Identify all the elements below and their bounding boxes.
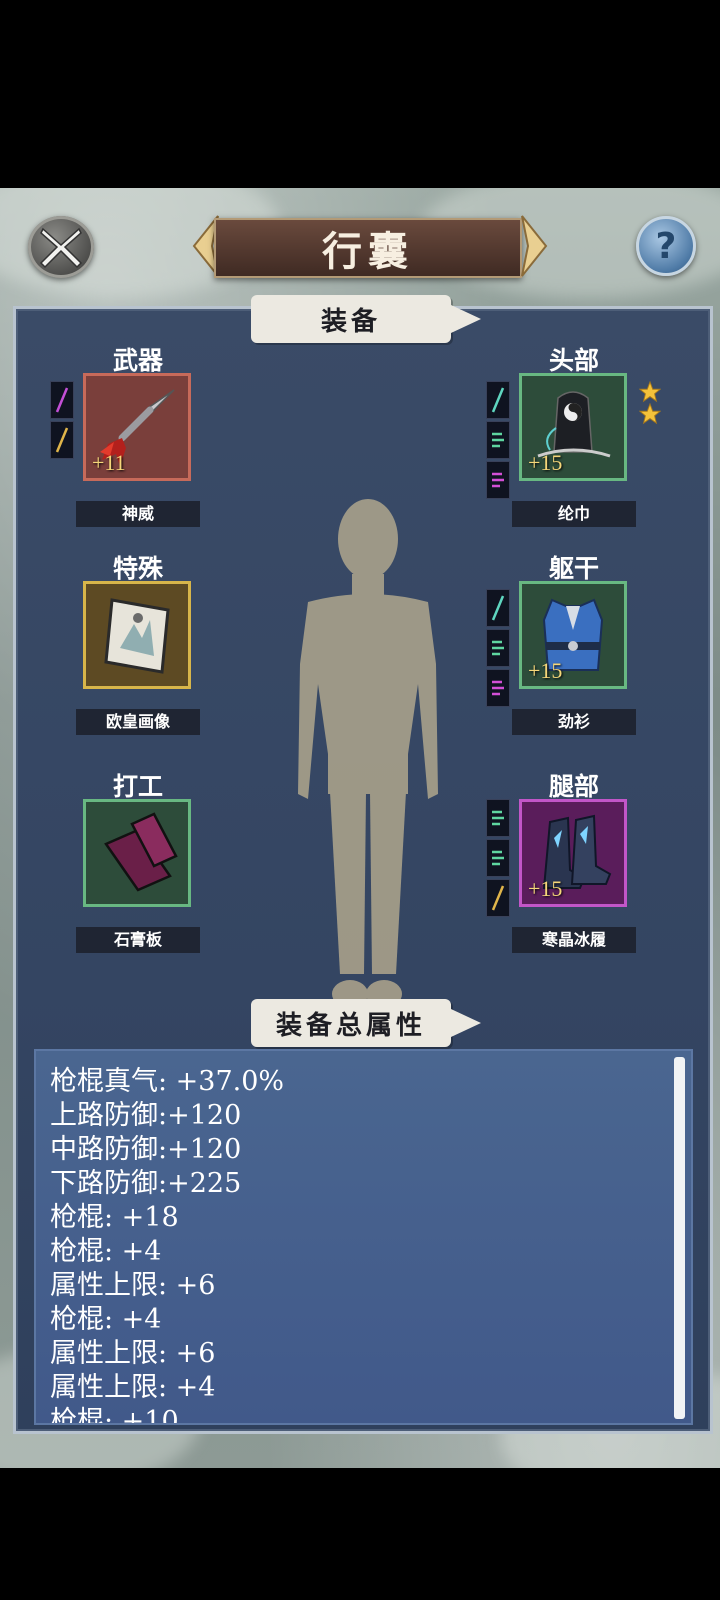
weapon-slot-title: 武器 <box>112 346 163 375</box>
cyan-sword-gem-icon[interactable] <box>486 381 510 419</box>
stat-line: 枪棍: +18 <box>50 1202 179 1233</box>
equipment-section-tag: 装备 <box>251 295 481 343</box>
title-right-cap-icon <box>521 215 548 277</box>
purple-sword-gem-icon[interactable] <box>50 381 74 419</box>
stat-line: 中路防御:+120 <box>50 1134 242 1165</box>
gypsum-board-icon <box>104 812 178 892</box>
page-title: 行囊 <box>322 228 414 275</box>
title-banner: 行囊 <box>214 218 522 278</box>
green-spirit-gem-icon[interactable] <box>486 799 510 837</box>
equipment-section-label: 装备 <box>320 306 381 337</box>
stats-section-tag: 装备总属性 <box>251 999 481 1047</box>
equipment-panel: 装备 武器 +11 神威 头部 +15 纶巾 特殊 欧皇画像 躯干 +15 劲衫… <box>13 295 713 1434</box>
torso-slot[interactable]: +15 <box>519 581 627 689</box>
torso-name: 劲衫 <box>512 709 636 735</box>
stats-section-label: 装备总属性 <box>275 1010 426 1041</box>
stat-line: 枪棍: +4 <box>50 1236 162 1267</box>
stats-list[interactable]: 枪棍真气: +37.0% 上路防御:+120 中路防御:+120 下路防御:+2… <box>34 1049 693 1425</box>
stat-line: 属性上限: +6 <box>50 1270 216 1301</box>
weapon-name: 神威 <box>76 501 200 527</box>
stat-line: 枪棍: +4 <box>50 1304 162 1335</box>
purple-spirit-gem-icon[interactable] <box>486 461 510 499</box>
stat-line: 下路防御:+225 <box>50 1168 242 1199</box>
head-level: +15 <box>528 450 563 475</box>
question-icon: ? <box>655 225 677 267</box>
work-slot-title: 打工 <box>112 772 163 801</box>
legs-level: +15 <box>528 876 563 901</box>
head-slot[interactable]: +15 <box>519 373 627 481</box>
portrait-scroll-icon <box>104 598 170 674</box>
special-slot-title: 特殊 <box>112 554 163 583</box>
green-spirit-gem-icon[interactable] <box>486 839 510 877</box>
green-spirit-gem-icon[interactable] <box>486 421 510 459</box>
star-icon <box>639 381 661 403</box>
legs-name: 寒晶冰履 <box>512 927 636 953</box>
work-slot[interactable] <box>83 799 191 907</box>
green-spirit-gem-icon[interactable] <box>486 629 510 667</box>
special-slot[interactable] <box>83 581 191 689</box>
gold-sword-gem-icon[interactable] <box>486 879 510 917</box>
weapon-slot[interactable]: +11 <box>83 373 191 481</box>
stat-line: 枪棍: +10 <box>50 1406 179 1425</box>
torso-level: +15 <box>528 658 563 683</box>
stat-line: 属性上限: +6 <box>50 1338 216 1369</box>
close-button[interactable] <box>28 216 94 278</box>
close-icon <box>39 227 83 269</box>
cyan-sword-gem-icon[interactable] <box>486 589 510 627</box>
weapon-level: +11 <box>92 450 126 475</box>
gold-sword-gem-icon[interactable] <box>50 421 74 459</box>
stats-scrollbar[interactable] <box>674 1057 685 1419</box>
torso-slot-title: 躯干 <box>548 554 599 583</box>
work-name: 石膏板 <box>76 927 200 953</box>
help-button[interactable]: ? <box>636 216 696 276</box>
legs-slot-title: 腿部 <box>548 772 599 801</box>
purple-spirit-gem-icon[interactable] <box>486 669 510 707</box>
legs-slot[interactable]: +15 <box>519 799 627 907</box>
character-silhouette <box>298 499 438 1008</box>
stat-line: 上路防御:+120 <box>50 1100 242 1131</box>
star-icon <box>639 403 661 425</box>
head-slot-title: 头部 <box>548 346 599 375</box>
stat-line: 枪棍真气: +37.0% <box>50 1066 285 1097</box>
special-name: 欧皇画像 <box>76 709 200 735</box>
head-name: 纶巾 <box>512 501 636 527</box>
inventory-screen: 行囊 ? 装备 武器 +11 神威 头部 +15 纶巾 特殊 欧皇画像 躯干 +… <box>0 188 720 1468</box>
stat-line: 属性上限: +4 <box>50 1372 216 1403</box>
